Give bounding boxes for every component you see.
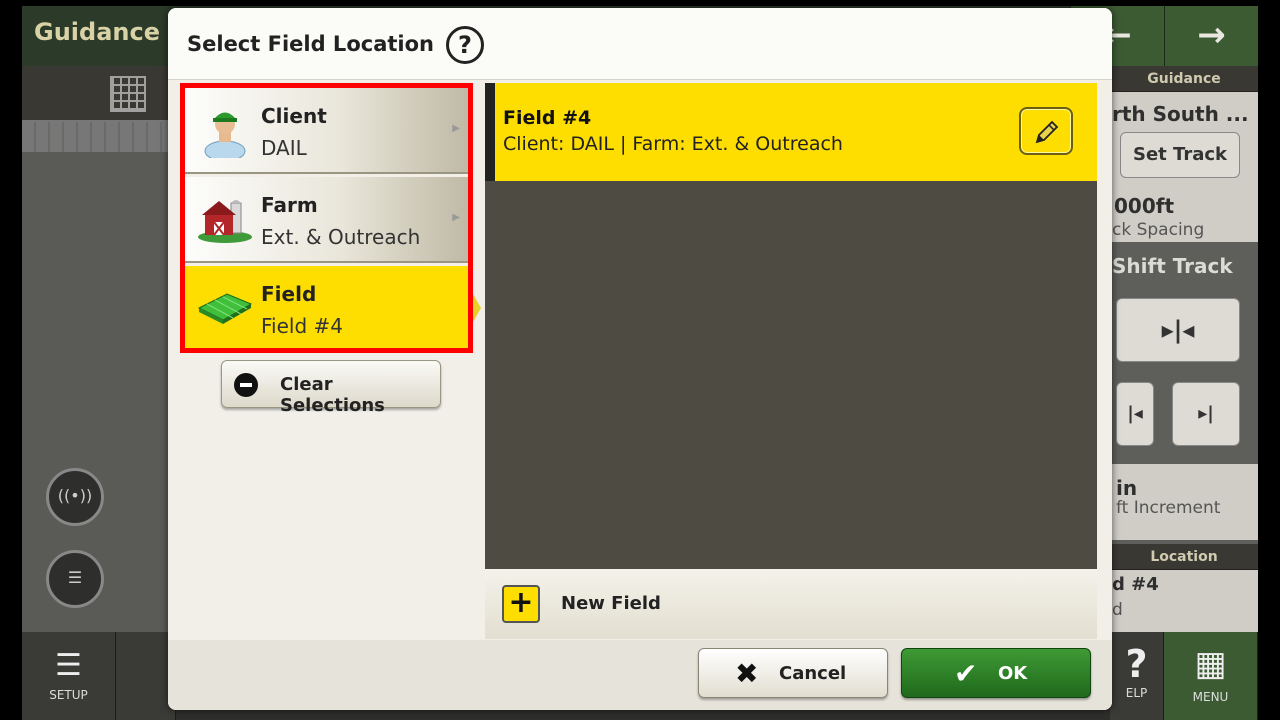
pencil-icon bbox=[1035, 120, 1059, 144]
ok-button[interactable]: ✔ OK bbox=[901, 648, 1091, 698]
gps-signal-icon[interactable]: ((•)) bbox=[46, 468, 104, 526]
menu-button[interactable]: ▦ MENU bbox=[1164, 632, 1258, 720]
work-button[interactable] bbox=[116, 632, 176, 720]
plus-icon: + bbox=[502, 585, 540, 623]
dialog-header: Select Field Location ? bbox=[168, 8, 1112, 80]
help-button[interactable]: ? ELP bbox=[1110, 632, 1164, 720]
location-sub: d bbox=[1112, 600, 1123, 620]
setup-button[interactable]: ☰ SETUP bbox=[22, 632, 116, 720]
select-field-location-dialog: Select Field Location ? Client DAIL ▶ Fa… bbox=[168, 8, 1112, 710]
shift-right-button[interactable]: ▸| bbox=[1172, 382, 1240, 446]
field-list-item[interactable]: Field #4 Client: DAIL | Farm: Ext. & Out… bbox=[485, 83, 1097, 181]
location-value: d #4 bbox=[1112, 574, 1159, 595]
field-list-area: Field #4 Client: DAIL | Farm: Ext. & Out… bbox=[485, 83, 1097, 639]
track-spacing-label: ck Spacing bbox=[1112, 220, 1205, 240]
nav-forward-button[interactable]: → bbox=[1164, 6, 1258, 66]
close-icon: ✖ bbox=[735, 657, 759, 690]
cancel-label: Cancel bbox=[779, 663, 847, 684]
new-field-button[interactable]: + New Field bbox=[485, 569, 1097, 639]
dialog-footer: ✖ Cancel ✔ OK bbox=[168, 640, 1112, 710]
menu-grid-icon: ▦ bbox=[1194, 644, 1227, 684]
shift-left-button[interactable]: |◂ bbox=[1116, 382, 1154, 446]
center-shift-button[interactable]: ▸|◂ bbox=[1116, 298, 1240, 362]
track-name: rth South ... bbox=[1112, 102, 1249, 126]
checklist-icon: ☰ bbox=[55, 648, 82, 683]
selection-list: Client DAIL ▶ Farm Ext. & Outreach ▶ Fie… bbox=[180, 83, 473, 353]
guidance-header: Guidance bbox=[1110, 66, 1258, 92]
track-spacing-value: 000ft bbox=[1114, 194, 1175, 218]
cancel-button[interactable]: ✖ Cancel bbox=[698, 648, 888, 698]
set-track-button[interactable]: Set Track bbox=[1120, 132, 1240, 178]
shift-track-label: Shift Track bbox=[1112, 254, 1233, 278]
implement-grid-icon bbox=[110, 76, 146, 112]
dialog-title: Select Field Location bbox=[187, 32, 434, 56]
selection-highlight-box bbox=[180, 83, 473, 353]
checkmark-icon: ✔ bbox=[954, 657, 978, 690]
new-field-label: New Field bbox=[561, 593, 661, 614]
help-question-icon: ? bbox=[1125, 642, 1148, 686]
field-list-detail: Client: DAIL | Farm: Ext. & Outreach bbox=[503, 133, 843, 155]
ok-label: OK bbox=[998, 663, 1028, 684]
field-list-name: Field #4 bbox=[503, 107, 592, 129]
location-header: Location bbox=[1110, 544, 1258, 570]
shift-increment-value: in bbox=[1116, 476, 1138, 500]
list-menu-icon[interactable]: ☰ bbox=[46, 550, 104, 608]
clear-selections-label: Clear Selections bbox=[280, 374, 385, 416]
clear-selections-button[interactable]: Clear Selections bbox=[221, 360, 441, 416]
app-title: Guidance bbox=[34, 18, 160, 46]
edit-field-button[interactable] bbox=[1019, 107, 1073, 155]
minus-circle-icon bbox=[234, 373, 258, 397]
guidance-panel: Guidance rth South ... Set Track 000ft c… bbox=[1110, 66, 1258, 632]
help-icon[interactable]: ? bbox=[446, 26, 484, 64]
active-selection-pointer bbox=[473, 294, 481, 322]
shift-increment-label: ft Increment bbox=[1116, 498, 1221, 518]
left-map-strip: ((•)) ☰ bbox=[22, 66, 170, 632]
